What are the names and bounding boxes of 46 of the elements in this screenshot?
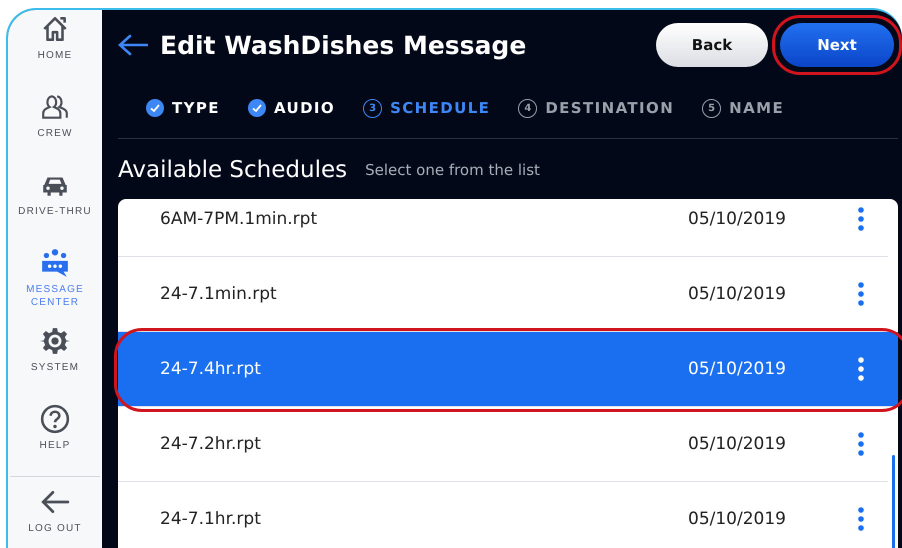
page-title: Edit WashDishes Message <box>160 30 528 60</box>
section-title: Available Schedules <box>118 157 348 183</box>
people-icon <box>40 92 70 122</box>
chat-group-icon <box>40 248 70 278</box>
file-name: 6AM-7PM.1min.rpt <box>159 209 318 229</box>
back-arrow-icon[interactable] <box>118 33 148 57</box>
back-button[interactable]: Back <box>656 23 768 67</box>
date-text: 05/10/2019 <box>688 209 787 229</box>
section-hint: Select one from the list <box>365 161 540 179</box>
schedule-row[interactable]: 24-7.2hr.rpt 05/10/2019 <box>118 407 888 482</box>
schedule-row[interactable]: 24-7.1hr.rpt 05/10/2019 <box>118 482 888 548</box>
logout-item[interactable]: LOG OUT <box>8 487 102 548</box>
scrollbar[interactable] <box>892 455 895 548</box>
file-name: 24-7.4hr.rpt <box>159 359 262 379</box>
sidebar-item[interactable]: CREW <box>8 92 102 170</box>
step-number: 3 <box>363 98 382 118</box>
next-button[interactable]: Next <box>780 23 894 67</box>
more-icon[interactable] <box>858 207 864 231</box>
help-icon <box>40 404 70 434</box>
check-icon <box>248 99 266 117</box>
date-text: 05/10/2019 <box>688 359 787 379</box>
sidebar-item[interactable]: DRIVE-THRU <box>8 170 102 248</box>
more-icon[interactable] <box>858 282 864 306</box>
more-icon[interactable] <box>858 432 864 456</box>
file-name: 24-7.2hr.rpt <box>159 434 262 454</box>
wizard-step[interactable]: 5 NAME <box>702 98 784 118</box>
step-number: 4 <box>518 98 538 118</box>
date-text: 05/10/2019 <box>688 509 787 529</box>
date-text: 05/10/2019 <box>688 434 787 454</box>
wizard-step[interactable]: TYPE <box>146 99 220 117</box>
wizard-step[interactable]: AUDIO <box>248 99 336 117</box>
wizard-step[interactable]: 3 SCHEDULE <box>363 98 490 118</box>
date-text: 05/10/2019 <box>688 284 787 304</box>
wizard-step[interactable]: 4 DESTINATION <box>518 98 674 118</box>
more-icon[interactable] <box>858 357 864 381</box>
settings-icon <box>40 326 70 356</box>
schedule-row[interactable]: 6AM-7PM.1min.rpt 05/10/2019 <box>118 182 888 257</box>
sidebar-item[interactable]: HELP <box>8 404 102 482</box>
check-icon <box>146 99 164 117</box>
sidebar-item[interactable]: SYSTEM <box>8 326 102 404</box>
sidebar-item[interactable]: MESSAGE CENTER <box>8 248 102 326</box>
file-name: 24-7.1hr.rpt <box>159 509 262 529</box>
sidebar-item[interactable]: HOME <box>8 14 102 92</box>
step-number: 5 <box>702 98 722 118</box>
more-icon[interactable] <box>858 507 864 531</box>
file-name: 24-7.1min.rpt <box>159 284 278 304</box>
